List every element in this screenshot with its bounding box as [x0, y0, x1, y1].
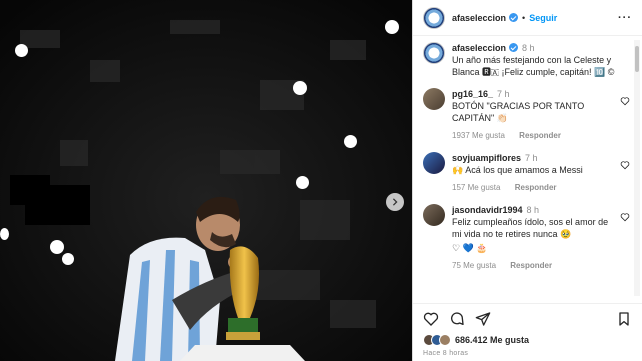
comment-item: jasondavidr1994 8 h Feliz cumpleaños ídol…: [423, 204, 632, 272]
reply-button[interactable]: Responder: [519, 131, 561, 140]
post-timestamp: Hace 8 horas: [423, 350, 469, 357]
confetti-dot: [385, 20, 399, 34]
confetti-dot: [50, 240, 64, 254]
avatar[interactable]: [423, 42, 445, 64]
confetti-dot: [15, 44, 28, 57]
avatar[interactable]: [423, 204, 445, 226]
comment-item: pg16_16_ 7 h BOTÓN "GRACIAS POR TANTO CAP…: [423, 88, 632, 142]
confetti-dot: [344, 135, 357, 148]
avatar[interactable]: [423, 6, 445, 29]
caption-text: Un año más festejando con la Celeste y B…: [452, 55, 615, 77]
comment-text: 🙌 Acá los que amamos a Messi: [452, 165, 583, 175]
reply-button[interactable]: Responder: [515, 183, 557, 192]
like-heart-icon[interactable]: [423, 311, 439, 327]
avatar[interactable]: [423, 88, 445, 110]
post-header: afaseleccion • Seguir ···: [413, 0, 642, 36]
liker-avatar: [439, 334, 451, 346]
comment-likes[interactable]: 75 Me gusta: [452, 261, 496, 270]
comment-emojis: ♡ 💙 🎂: [452, 243, 488, 253]
post-actions: 686.412 Me gusta Hace 8 horas: [413, 303, 642, 361]
caption-username[interactable]: afaseleccion: [452, 43, 506, 53]
comment-username[interactable]: pg16_16_: [452, 89, 493, 99]
verified-badge-icon: [509, 43, 519, 52]
more-options-button[interactable]: ···: [618, 12, 632, 24]
confetti-dot: [0, 228, 9, 240]
comment-time: 8 h: [526, 205, 540, 215]
comments-scrollbar[interactable]: [634, 40, 640, 296]
heart-icon[interactable]: [620, 212, 630, 222]
comment-icon[interactable]: [449, 311, 465, 327]
scrollbar-thumb[interactable]: [635, 46, 639, 72]
comment-time: 7 h: [525, 153, 538, 163]
next-image-button[interactable]: [386, 193, 404, 211]
separator: •: [522, 12, 526, 23]
heart-icon[interactable]: [620, 160, 630, 170]
comment-likes[interactable]: 157 Me gusta: [452, 183, 500, 192]
chevron-right-icon: [392, 198, 398, 206]
comments-list[interactable]: afaseleccion 8 h Un año más festejando co…: [413, 37, 632, 299]
reply-button[interactable]: Responder: [510, 261, 552, 270]
likes-count[interactable]: 686.412 Me gusta: [455, 335, 529, 345]
likes-summary[interactable]: 686.412 Me gusta: [423, 334, 632, 346]
comment-time: 7 h: [497, 89, 510, 99]
comment-username[interactable]: jasondavidr1994: [452, 205, 523, 215]
comment-item: soyjuampiflores 7 h 🙌 Acá los que amamos …: [423, 152, 632, 194]
comment-text: BOTÓN "GRACIAS POR TANTO CAPITÁN" 👏🏻: [452, 101, 585, 123]
post-photo[interactable]: [0, 0, 412, 361]
caption-time: 8 h: [522, 43, 535, 53]
instagram-post-window: afaseleccion • Seguir ··· afaseleccion 8 …: [0, 0, 642, 361]
confetti-dot: [293, 81, 307, 95]
comment-text: Feliz cumpleaños ídolo, sos el amor de m…: [452, 217, 609, 239]
comment-username[interactable]: soyjuampiflores: [452, 153, 521, 163]
share-icon[interactable]: [475, 311, 491, 327]
heart-icon[interactable]: [620, 96, 630, 106]
comment-likes[interactable]: 1937 Me gusta: [452, 131, 505, 140]
avatar[interactable]: [423, 152, 445, 174]
post-details-panel: afaseleccion • Seguir ··· afaseleccion 8 …: [412, 0, 642, 361]
verified-badge-icon: [509, 13, 519, 22]
header-username[interactable]: afaseleccion: [452, 13, 506, 23]
confetti-dot: [62, 253, 74, 265]
follow-button[interactable]: Seguir: [529, 13, 557, 23]
bookmark-icon[interactable]: [616, 311, 632, 327]
confetti-dot: [296, 176, 309, 189]
photo-messi-trophy: [0, 0, 412, 361]
post-caption: afaseleccion 8 h Un año más festejando co…: [423, 42, 632, 78]
